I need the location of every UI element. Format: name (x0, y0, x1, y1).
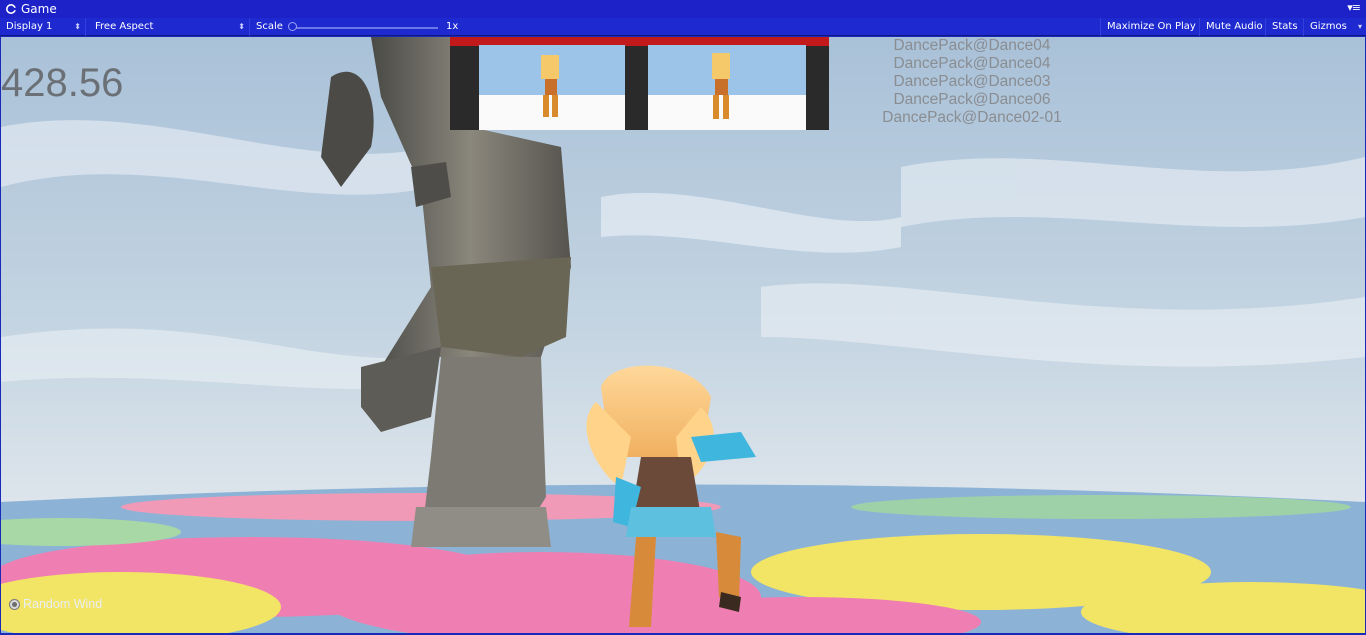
animation-item: DancePack@Dance04 (893, 37, 1051, 54)
unity-logo-icon (6, 4, 16, 14)
title-bar: Game ▾≡ (0, 0, 1366, 18)
dropdown-arrow-icon: ▾ (1357, 22, 1362, 31)
radio-button-icon[interactable] (9, 598, 20, 610)
stats-toggle[interactable]: Stats (1266, 18, 1304, 36)
display-label: Display 1 (6, 21, 53, 32)
window-menu-icon[interactable]: ▾≡ (1347, 1, 1361, 14)
gizmos-dropdown[interactable]: Gizmos ▾ (1304, 18, 1366, 36)
animation-list: DancePack@Dance04 DancePack@Dance04 Danc… (877, 37, 1067, 127)
display-dropdown[interactable]: Display 1 ⬍ (0, 18, 86, 36)
preview-camera-right (648, 45, 806, 130)
preview-cameras (450, 37, 829, 130)
scale-slider-track[interactable] (290, 27, 438, 29)
dropdown-arrows-icon: ⬍ (238, 22, 245, 31)
animation-item: DancePack@Dance02-01 (882, 109, 1062, 126)
game-toolbar: Display 1 ⬍ Free Aspect ⬍ Scale 1x Maxim… (0, 18, 1366, 36)
scale-slider-thumb[interactable] (288, 22, 297, 31)
dropdown-arrows-icon: ⬍ (74, 22, 81, 31)
scale-label: Scale (256, 21, 283, 32)
aspect-dropdown[interactable]: Free Aspect ⬍ (89, 18, 250, 36)
maximize-on-play-toggle[interactable]: Maximize On Play (1100, 18, 1200, 36)
game-window: Game ▾≡ Display 1 ⬍ Free Aspect ⬍ Scale … (0, 0, 1366, 635)
gizmos-label: Gizmos (1310, 21, 1347, 32)
animation-item: DancePack@Dance03 (893, 73, 1051, 90)
random-wind-option[interactable]: Random Wind (9, 597, 102, 611)
tab-title: Game (21, 2, 57, 16)
game-tab[interactable]: Game (6, 2, 57, 16)
game-viewport[interactable]: 428.56 DancePack@Dance04 DancePack@Dance… (1, 37, 1365, 633)
mute-audio-toggle[interactable]: Mute Audio (1200, 18, 1266, 36)
scale-value: 1x (446, 21, 459, 32)
animation-item: DancePack@Dance06 (893, 91, 1051, 108)
preview-camera-left (479, 45, 625, 130)
random-wind-label: Random Wind (23, 597, 103, 611)
fps-counter: 428.56 (1, 61, 124, 105)
animation-item: DancePack@Dance04 (893, 55, 1051, 72)
aspect-label: Free Aspect (95, 21, 154, 32)
